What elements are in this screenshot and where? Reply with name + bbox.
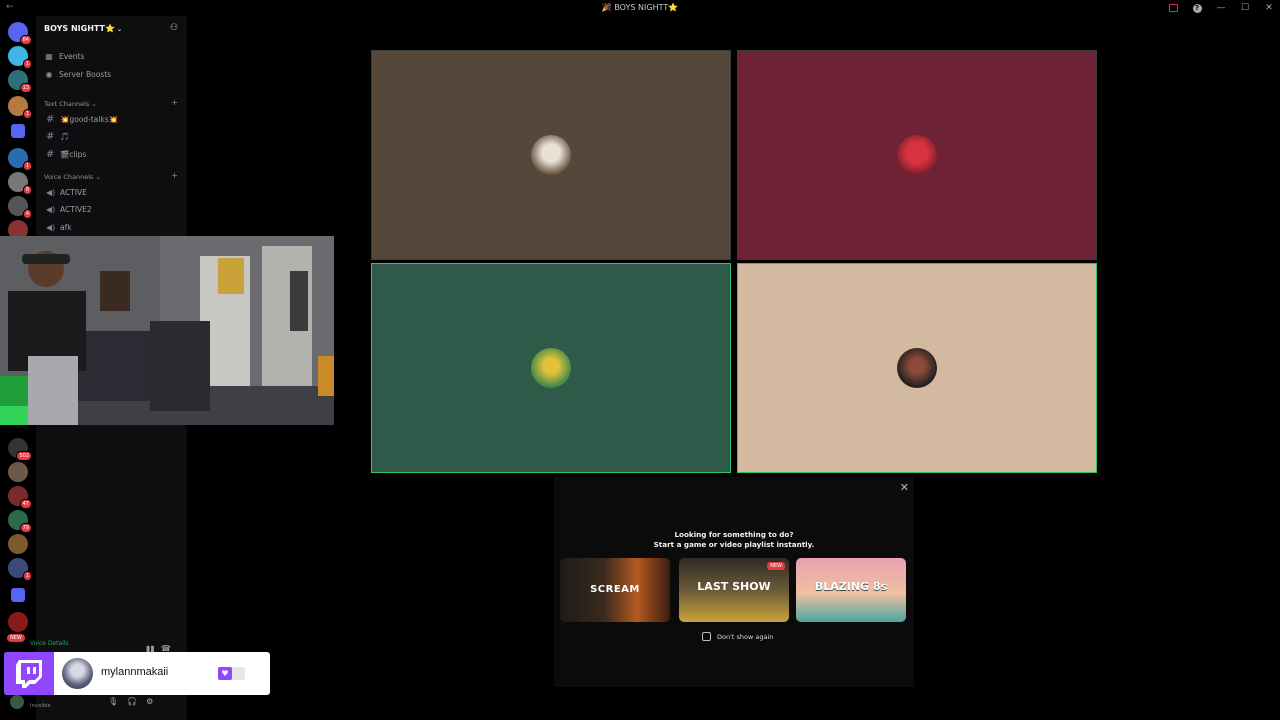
voice-channel-active[interactable]: ◀) ACTIVE xyxy=(46,188,87,197)
folder-icon[interactable] xyxy=(11,124,25,138)
server-icon[interactable]: 1 xyxy=(8,558,32,581)
inbox-icon[interactable] xyxy=(1166,1,1180,15)
participant-tile[interactable] xyxy=(371,50,731,260)
close-window-button[interactable]: ✕ xyxy=(1262,1,1276,15)
user-avatar[interactable] xyxy=(10,695,24,709)
server-icon[interactable]: 79 xyxy=(8,510,32,533)
speaker-icon: ◀) xyxy=(46,188,56,197)
server-icon[interactable]: 8 xyxy=(8,172,32,195)
channel-music[interactable]: # 🎵 xyxy=(46,131,69,142)
twitch-username: mylannmakaii xyxy=(101,666,169,678)
create-channel-icon[interactable]: + xyxy=(171,98,178,107)
home-discord-icon[interactable]: 84 xyxy=(8,22,32,45)
minimize-button[interactable]: — xyxy=(1214,1,1228,15)
participant-tile-speaking[interactable] xyxy=(737,263,1097,473)
activity-card-blazing-8s[interactable]: BLAZING 8s xyxy=(796,558,906,622)
server-name-header[interactable]: BOYS NIGHTT⭐ ⌄ xyxy=(44,24,122,33)
category-voice-channels[interactable]: Voice Channels ⌄ xyxy=(44,173,101,181)
server-icon[interactable]: 1 xyxy=(8,148,32,171)
activity-card-scream[interactable]: SCREAM xyxy=(560,558,670,622)
boost-icon: ◉ xyxy=(45,70,53,79)
server-icon[interactable] xyxy=(8,612,28,632)
checkbox-icon xyxy=(702,632,711,641)
twitch-overlay: mylannmakaii ♥ xyxy=(4,652,270,695)
microphone-icon[interactable]: 🎙 xyxy=(108,697,118,706)
help-icon[interactable]: ? xyxy=(1190,1,1204,15)
headphones-icon[interactable]: 🎧 xyxy=(127,697,137,706)
follow-toggle[interactable]: ♥ xyxy=(218,667,245,680)
channel-good-talks[interactable]: # 💥good-talks💥 xyxy=(46,114,118,125)
participant-avatar xyxy=(531,348,571,388)
voice-channel-afk[interactable]: ◀) afk xyxy=(46,223,72,232)
voice-channel-active2[interactable]: ◀) ACTIVE2 xyxy=(46,205,92,214)
server-icon[interactable] xyxy=(8,462,28,482)
channel-clips[interactable]: # 🎬clips xyxy=(46,149,86,160)
server-icon[interactable]: 1 xyxy=(8,46,32,69)
participant-avatar xyxy=(897,348,937,388)
participant-avatar xyxy=(897,135,937,175)
server-icon[interactable]: 1 xyxy=(8,96,32,119)
maximize-button[interactable]: ☐ xyxy=(1238,1,1252,15)
dont-show-again-checkbox[interactable]: Don't show again xyxy=(702,632,773,641)
server-icon[interactable]: 47 xyxy=(8,486,32,509)
twitch-avatar xyxy=(62,658,93,689)
server-icon[interactable]: 502 xyxy=(8,438,32,461)
title-bar: ← 🎉 BOYS NIGHTT⭐ ? — ☐ ✕ xyxy=(0,0,1280,16)
webcam-overlay xyxy=(0,236,334,425)
voice-details-link[interactable]: Voice Details xyxy=(30,640,69,647)
chevron-down-icon: ⌄ xyxy=(116,26,122,33)
calendar-icon: ▦ xyxy=(45,52,53,61)
new-badge: NEW xyxy=(767,562,785,570)
user-status: Invisible xyxy=(30,703,51,709)
heart-icon: ♥ xyxy=(218,667,232,680)
participant-tile-speaking[interactable] xyxy=(371,263,731,473)
close-icon[interactable]: ✕ xyxy=(900,481,909,494)
hash-icon: # xyxy=(46,114,55,125)
hash-icon: # xyxy=(46,131,55,142)
folder-icon[interactable] xyxy=(11,588,25,602)
activity-suggestion-panel: ✕ Looking for something to do? Start a g… xyxy=(554,477,914,687)
category-text-channels[interactable]: Text Channels ⌄ xyxy=(44,100,97,108)
sidebar-item-server-boosts[interactable]: ◉ Server Boosts xyxy=(45,70,112,79)
settings-gear-icon[interactable]: ⚙ xyxy=(146,697,153,706)
new-badge: NEW xyxy=(7,634,25,642)
server-icon[interactable] xyxy=(8,534,28,554)
window-title: 🎉 BOYS NIGHTT⭐ xyxy=(601,3,679,12)
sidebar-item-events[interactable]: ▦ Events xyxy=(45,52,84,61)
hash-icon: # xyxy=(46,149,55,160)
create-channel-icon[interactable]: + xyxy=(171,171,178,180)
speaker-icon: ◀) xyxy=(46,205,56,214)
activity-subheading: Start a game or video playlist instantly… xyxy=(653,540,815,549)
speaker-icon: ◀) xyxy=(46,223,56,232)
server-icon[interactable]: 4 xyxy=(8,196,32,219)
webcam-feed xyxy=(0,236,334,425)
activity-heading: Looking for something to do? xyxy=(674,530,794,539)
participant-avatar xyxy=(531,135,571,175)
activity-card-last-show[interactable]: NEW LAST SHOW xyxy=(679,558,789,622)
add-member-icon[interactable]: ⚇ xyxy=(170,24,179,33)
twitch-logo-icon xyxy=(4,652,54,695)
participant-tile[interactable] xyxy=(737,50,1097,260)
server-icon[interactable]: 13 xyxy=(8,70,32,93)
